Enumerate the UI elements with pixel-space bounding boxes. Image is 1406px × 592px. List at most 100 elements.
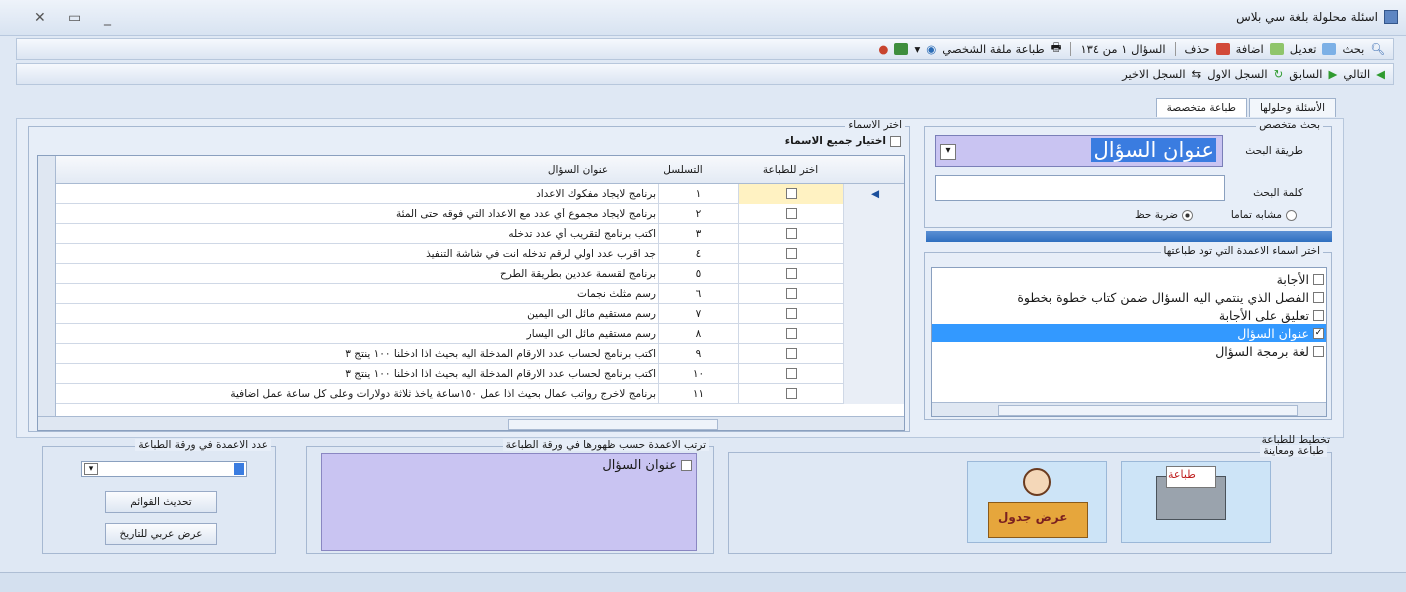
vertical-scrollbar[interactable] (38, 156, 56, 430)
table-row[interactable]: اكتب برنامج لحساب عدد الارقام المدخلة ال… (56, 344, 904, 364)
select-cell[interactable] (738, 324, 843, 344)
select-cell[interactable] (738, 264, 843, 284)
row-checkbox[interactable] (785, 187, 797, 199)
select-cell[interactable] (738, 384, 843, 404)
refresh-lists-button[interactable]: تحديث القوائم (105, 491, 217, 513)
chevron-down-icon[interactable]: ▾ (84, 463, 98, 475)
column-option-checkbox[interactable] (1313, 345, 1324, 357)
column-option[interactable]: تعليق على الأجابة (932, 306, 1326, 324)
column-count-select[interactable]: ▾ (81, 461, 247, 477)
select-all-row[interactable]: اختيار جميع الاسماء (785, 135, 901, 147)
show-table-button[interactable]: عرض جدول (967, 461, 1107, 543)
maximize-icon[interactable]: ▭ (68, 10, 81, 26)
row-header[interactable] (843, 384, 904, 404)
row-checkbox[interactable] (785, 307, 797, 319)
order-item[interactable]: عنوان السؤال (602, 458, 692, 473)
select-cell[interactable] (738, 184, 843, 204)
row-header[interactable] (843, 324, 904, 344)
add-icon[interactable] (1269, 43, 1284, 55)
radio-partial[interactable] (1182, 209, 1193, 221)
column-option[interactable]: الفصل الذي ينتمي اليه السؤال ضمن كتاب خط… (932, 288, 1326, 306)
table-row[interactable]: برنامج لاخرج رواتب عمال بحيث اذا عمل ١٥٠… (56, 384, 904, 404)
row-checkbox[interactable] (785, 287, 797, 299)
select-all-checkbox[interactable] (890, 135, 901, 147)
columns-hscrollbar[interactable] (932, 402, 1326, 416)
order-item-checkbox[interactable] (681, 460, 692, 471)
previous-button[interactable]: السابق (1289, 67, 1322, 81)
table-row[interactable]: رسم مستقيم مائل الى اليسار ٨ (56, 324, 904, 344)
row-header[interactable] (843, 224, 904, 244)
search-keyword-input[interactable] (935, 175, 1225, 201)
row-checkbox[interactable] (785, 207, 797, 219)
table-row[interactable]: برنامج لايجاد مجموع أي عدد مع الاعداد ال… (56, 204, 904, 224)
row-checkbox[interactable] (785, 327, 797, 339)
row-header[interactable] (843, 244, 904, 264)
option-exact[interactable]: مشابه تماما (1231, 209, 1297, 221)
spin-icon[interactable] (234, 463, 244, 475)
column-option[interactable]: لغة برمجة السؤال (932, 342, 1326, 360)
minimize-icon[interactable]: _ (104, 10, 111, 26)
row-header[interactable]: ◀ (843, 184, 904, 204)
select-cell[interactable] (738, 364, 843, 384)
row-header[interactable] (843, 364, 904, 384)
scrollbar-thumb[interactable] (998, 405, 1298, 416)
dropdown-arrow-icon[interactable]: ▾ (914, 42, 920, 56)
radio-exact[interactable] (1286, 209, 1297, 221)
select-cell[interactable] (738, 344, 843, 364)
column-option-checkbox[interactable] (1313, 291, 1324, 303)
edit-icon[interactable] (1322, 43, 1337, 55)
first-record-icon[interactable]: ↻ (1274, 67, 1284, 81)
globe-icon[interactable]: ◉ (926, 42, 936, 56)
table-row[interactable]: جد اقرب عدد اولي لرقم تدخله انت في شاشة … (56, 244, 904, 264)
select-cell[interactable] (738, 244, 843, 264)
table-row[interactable]: برنامج لقسمة عددين بطريقة الطرح ٥ (56, 264, 904, 284)
last-record-icon[interactable]: ⇆ (1192, 67, 1202, 81)
tab-custom-print[interactable]: طباعة متخصصة (1155, 98, 1247, 117)
row-checkbox[interactable] (785, 347, 797, 359)
table-row[interactable]: اكتب برنامج لتقريب أي عدد تدخله ٣ (56, 224, 904, 244)
select-cell[interactable] (738, 204, 843, 224)
table-row[interactable]: رسم مثلث نجمات ٦ (56, 284, 904, 304)
print-file-button[interactable]: طباعة ملفة الشخصي (942, 42, 1044, 56)
next-button[interactable]: التالي (1343, 67, 1370, 81)
search-method-select[interactable]: ▾ عنوان السؤال (935, 135, 1223, 167)
row-header[interactable] (843, 204, 904, 224)
row-header[interactable] (843, 264, 904, 284)
delete-button[interactable]: حذف (1185, 42, 1210, 56)
column-option-checkbox[interactable]: ✓ (1313, 327, 1324, 339)
row-header[interactable] (843, 344, 904, 364)
delete-icon[interactable] (1215, 43, 1230, 55)
row-checkbox[interactable] (785, 367, 797, 379)
window-icon[interactable] (894, 43, 909, 55)
table-row[interactable]: برنامج لايجاد مفكوك الاعداد ١ ◀ (56, 184, 904, 204)
select-cell[interactable] (738, 304, 843, 324)
row-header[interactable] (843, 284, 904, 304)
next-arrow-icon[interactable]: ◀ (1376, 67, 1385, 81)
row-checkbox[interactable] (785, 267, 797, 279)
add-button[interactable]: اضافة (1236, 42, 1264, 56)
previous-arrow-icon[interactable]: ▶ (1329, 67, 1338, 81)
row-checkbox[interactable] (785, 387, 797, 399)
select-cell[interactable] (738, 284, 843, 304)
arabic-date-button[interactable]: عرض عربي للتاريخ (105, 523, 217, 545)
scrollbar-thumb[interactable] (508, 419, 718, 430)
table-row[interactable]: رسم مستقيم مائل الى اليمين ٧ (56, 304, 904, 324)
user-icon[interactable]: ● (878, 42, 888, 56)
print-icon[interactable]: 🖶 (1051, 40, 1062, 59)
column-option[interactable]: الأجابة (932, 270, 1326, 288)
edit-button[interactable]: تعديل (1290, 42, 1317, 56)
last-record-button[interactable]: السجل الاخير (1122, 67, 1185, 81)
first-record-button[interactable]: السجل الاول (1207, 67, 1267, 81)
row-checkbox[interactable] (785, 247, 797, 259)
tab-questions[interactable]: الأسئلة وحلولها (1248, 98, 1336, 117)
print-button[interactable]: طباعة (1121, 461, 1271, 543)
column-order-list[interactable]: عنوان السؤال (321, 453, 697, 551)
column-option-checkbox[interactable] (1313, 273, 1324, 285)
table-row[interactable]: اكتب برنامج لحساب عدد الارقام المدخلة ال… (56, 364, 904, 384)
search-button[interactable]: بحث (1342, 42, 1364, 56)
chevron-down-icon[interactable]: ▾ (940, 144, 956, 160)
column-option-checkbox[interactable] (1313, 309, 1324, 321)
horizontal-scrollbar[interactable] (38, 416, 904, 430)
select-cell[interactable] (738, 224, 843, 244)
close-icon[interactable]: ✕ (34, 10, 46, 26)
